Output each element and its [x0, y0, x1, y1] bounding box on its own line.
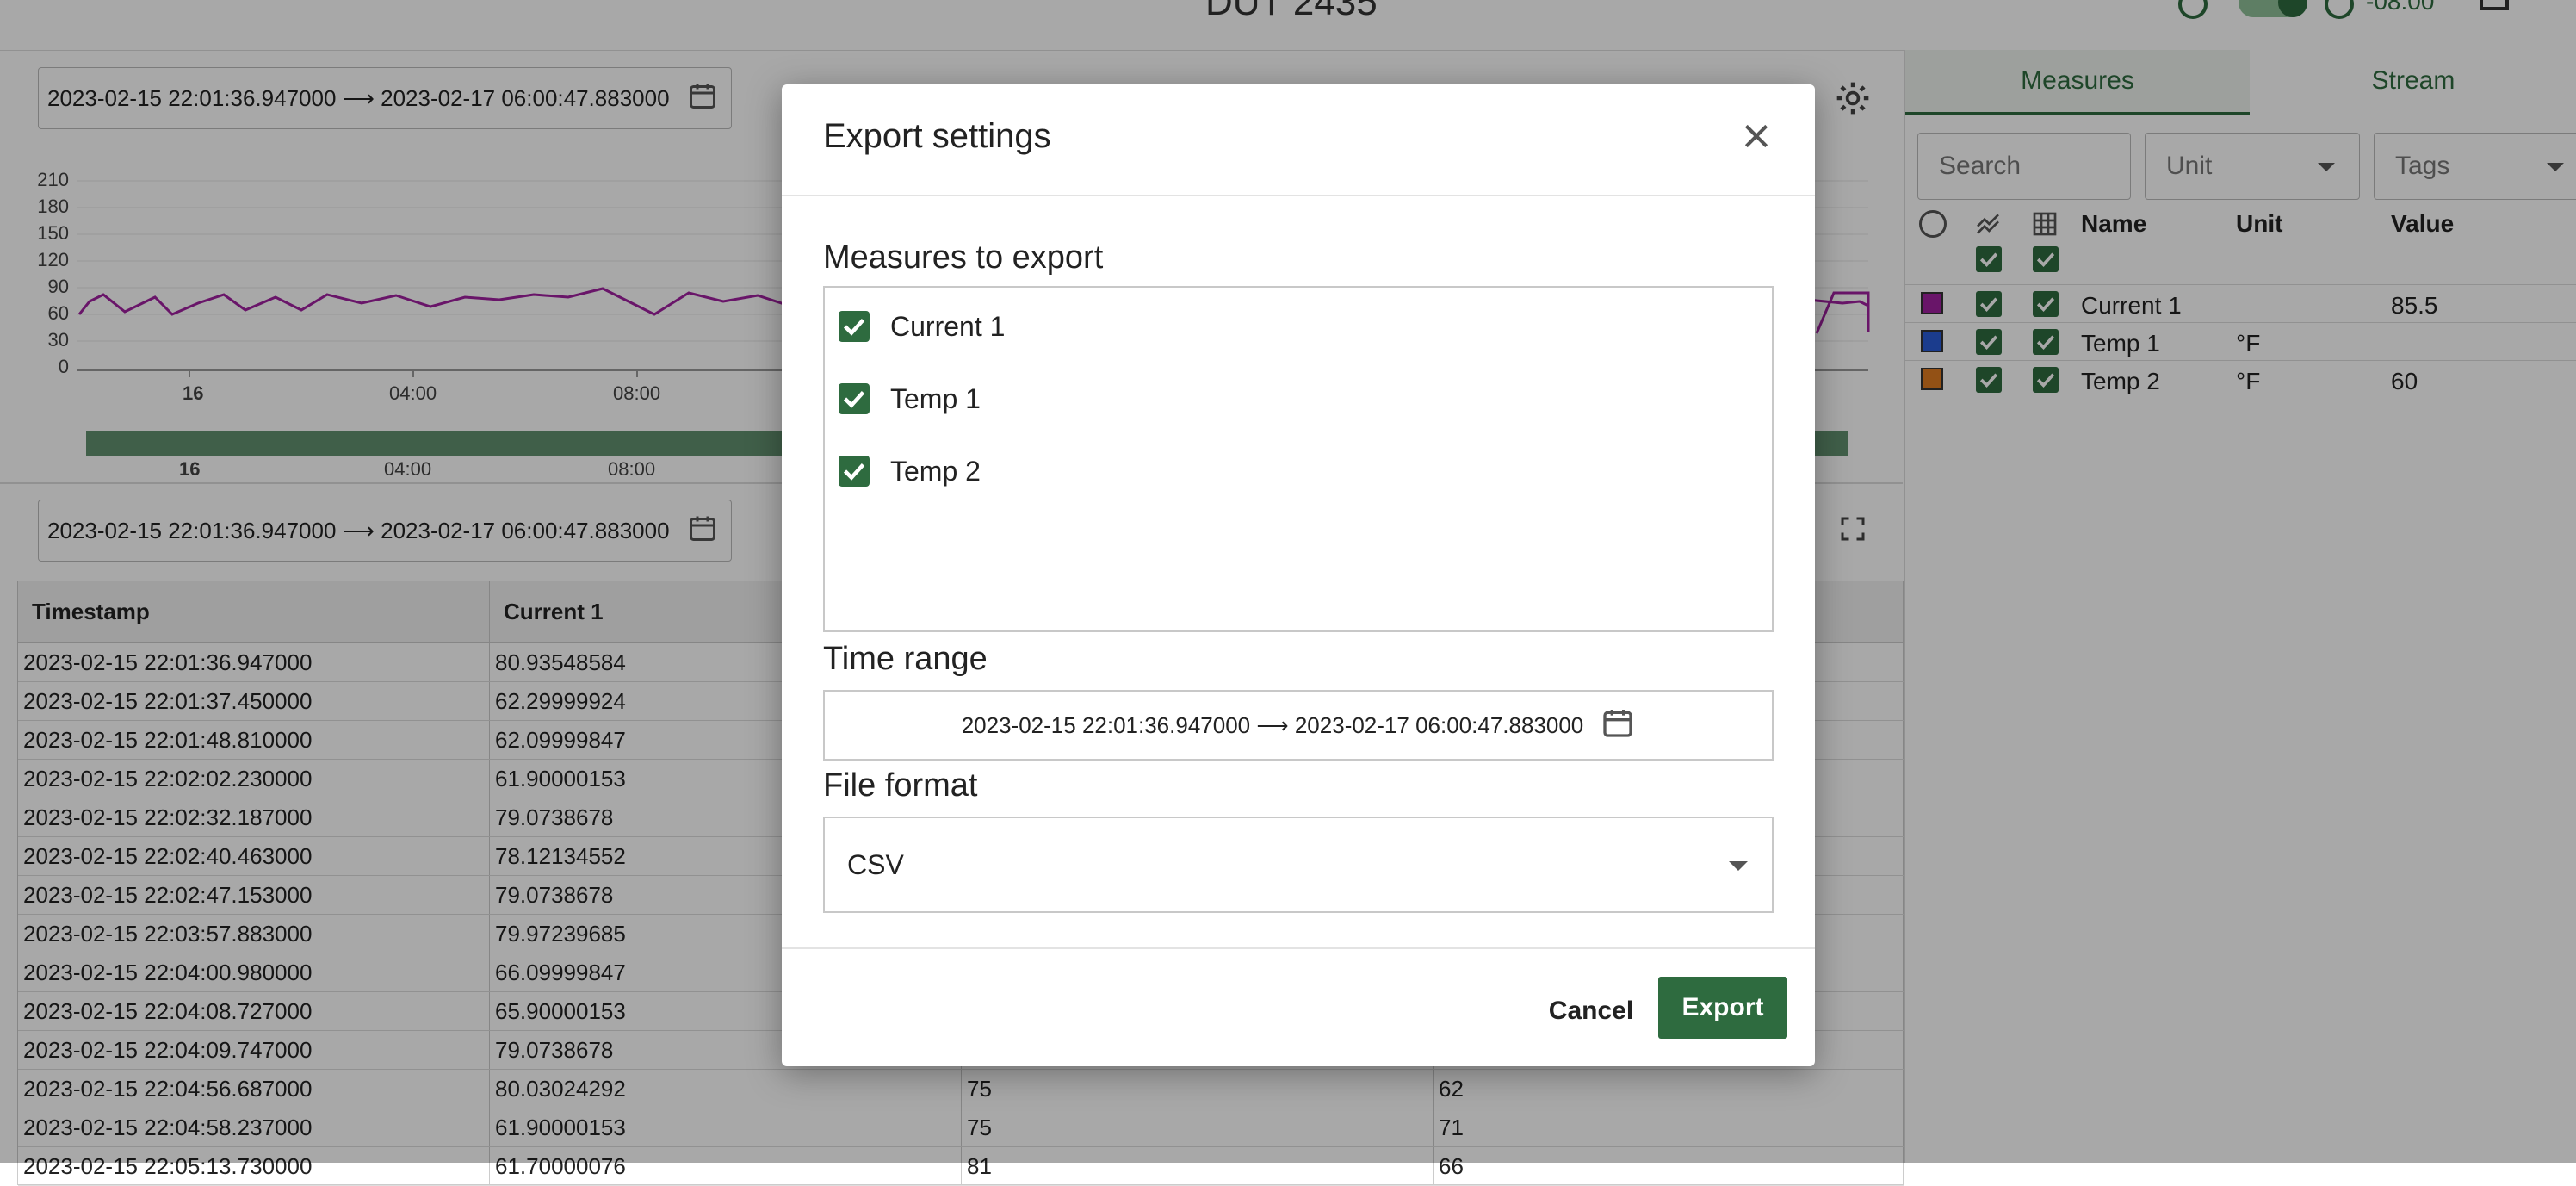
checkbox-checked[interactable]: [839, 456, 870, 487]
export-button[interactable]: Export: [1658, 977, 1787, 1039]
export-dialog: Export settings Measures to export Curre…: [782, 84, 1815, 1066]
measure-option-temp-2[interactable]: Temp 2: [839, 450, 981, 493]
time-range-heading: Time range: [823, 641, 988, 677]
measure-option-temp-1[interactable]: Temp 1: [839, 377, 981, 420]
close-icon[interactable]: [1739, 119, 1774, 153]
file-format-heading: File format: [823, 767, 978, 804]
file-format-select[interactable]: CSV: [823, 817, 1774, 913]
checkbox-checked[interactable]: [839, 311, 870, 342]
calendar-icon[interactable]: [1601, 705, 1635, 746]
dialog-divider: [782, 947, 1815, 949]
measure-label: Current 1: [890, 310, 1006, 342]
time-range-text: 2023-02-15 22:01:36.947000 ⟶ 2023-02-17 …: [961, 711, 1584, 738]
dialog-divider: [782, 195, 1815, 196]
dialog-title: Export settings: [823, 117, 1051, 155]
file-format-value: CSV: [847, 849, 904, 880]
checkbox-checked[interactable]: [839, 383, 870, 414]
measures-heading: Measures to export: [823, 239, 1104, 276]
chevron-down-icon: [1729, 861, 1748, 871]
time-range-picker[interactable]: 2023-02-15 22:01:36.947000 ⟶ 2023-02-17 …: [823, 690, 1774, 761]
measure-label: Temp 2: [890, 455, 981, 487]
measures-to-export-list: Current 1 Temp 1 Temp 2: [823, 286, 1774, 632]
cancel-button[interactable]: Cancel: [1531, 980, 1651, 1042]
measure-option-current-1[interactable]: Current 1: [839, 305, 1005, 348]
measure-label: Temp 1: [890, 382, 981, 414]
